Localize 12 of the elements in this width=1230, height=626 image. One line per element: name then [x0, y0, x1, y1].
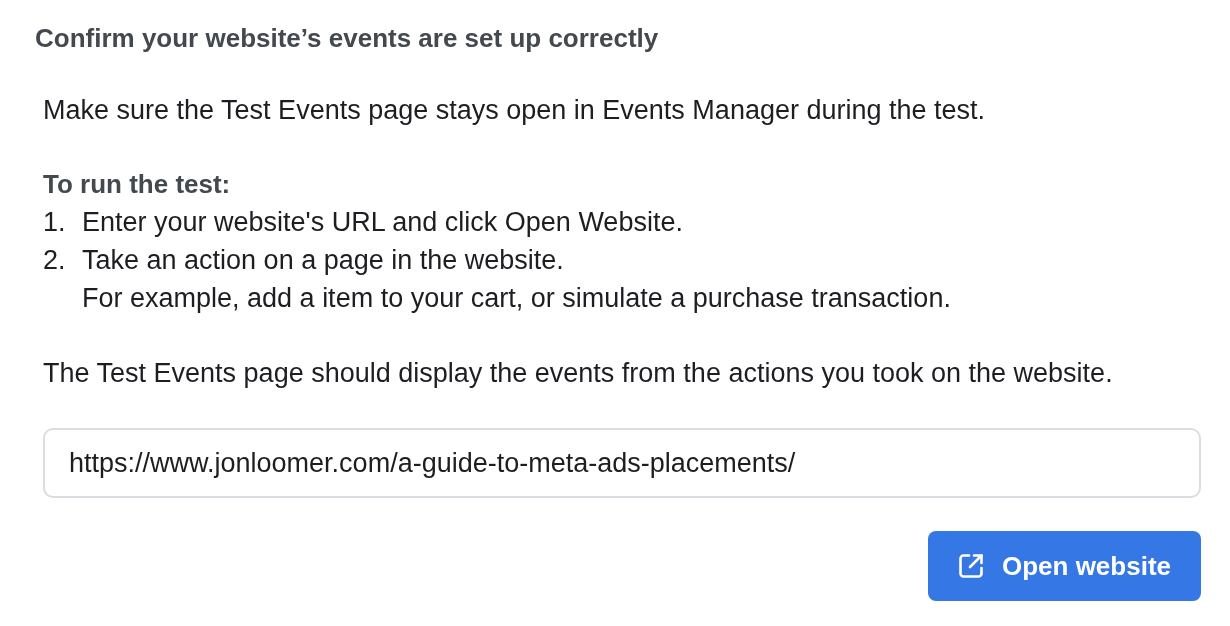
result-note: The Test Events page should display the events from the actions you took on the website.: [43, 357, 1113, 390]
step-text: Take an action on a page in the website.: [82, 244, 564, 277]
step-number: 1.: [43, 206, 67, 239]
step-text: Enter your website's URL and click Open Website.: [82, 206, 683, 239]
intro-text: Make sure the Test Events page stays open in Events Manager during the test.: [43, 94, 986, 127]
step-number: 2.: [43, 244, 67, 277]
step-note: For example, add a item to your cart, or simulate a purchase transaction.: [82, 282, 951, 315]
open-website-button[interactable]: Open website: [928, 531, 1201, 601]
steps-heading: To run the test:: [43, 168, 231, 201]
section-title: Confirm your website’s events are set up correctly: [35, 22, 659, 54]
url-input-field[interactable]: https://www.jonloomer.com/a-guide-to-meta-ads-placements/: [43, 428, 1201, 498]
external-link-icon: [957, 553, 984, 579]
